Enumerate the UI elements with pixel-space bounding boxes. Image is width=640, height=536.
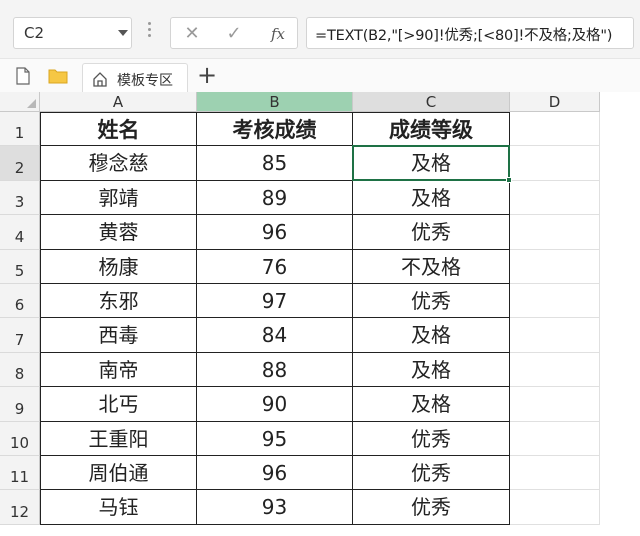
cell-d9[interactable] — [510, 387, 600, 422]
drag-handle-icon[interactable] — [148, 22, 152, 42]
select-all-corner[interactable] — [0, 92, 40, 112]
cell-d3[interactable] — [510, 180, 600, 216]
cell-c5[interactable]: 不及格 — [353, 249, 510, 284]
cell-a8[interactable]: 南帝 — [40, 352, 197, 388]
row-header-10[interactable]: 10 — [0, 421, 40, 456]
cell-b11[interactable]: 96 — [197, 456, 353, 491]
row-number: 9 — [14, 399, 25, 418]
cell-a12[interactable]: 马钰 — [40, 490, 197, 525]
cell-c6[interactable]: 优秀 — [353, 284, 510, 319]
cell-b9[interactable]: 90 — [197, 387, 353, 422]
row-number: 2 — [14, 158, 25, 177]
home-icon — [93, 72, 107, 87]
formula-buttons: ✕ ✓ fx — [170, 17, 298, 49]
cell-a11[interactable]: 周伯通 — [40, 456, 197, 491]
cell-a2[interactable]: 穆念慈 — [40, 146, 197, 181]
cell-a9[interactable]: 北丐 — [40, 387, 197, 422]
row-number: 4 — [14, 227, 25, 246]
cell-c8[interactable]: 及格 — [353, 352, 510, 388]
row-number: 11 — [9, 468, 30, 487]
column-header-d[interactable]: D — [510, 92, 600, 112]
folder-icon[interactable] — [48, 67, 68, 84]
cell-d6[interactable] — [510, 284, 600, 319]
cell-d7[interactable] — [510, 318, 600, 353]
cell-a7[interactable]: 西毒 — [40, 318, 197, 353]
row-header-11[interactable]: 11 — [0, 456, 40, 491]
fill-handle[interactable] — [506, 176, 512, 183]
cell-c1[interactable]: 成绩等级 — [353, 112, 510, 147]
cell-a3[interactable]: 郭靖 — [40, 180, 197, 216]
column-header-b[interactable]: B — [197, 92, 353, 112]
cell-b1[interactable]: 考核成绩 — [197, 112, 353, 147]
row-number: 6 — [14, 296, 25, 315]
select-all-icon — [27, 99, 36, 108]
formula-input[interactable]: =TEXT(B2,"[>90]!优秀;[<80]!不及格;及格") — [306, 17, 634, 49]
row-number: 10 — [9, 433, 30, 452]
cell-b12[interactable]: 93 — [197, 490, 353, 525]
cell-b6[interactable]: 97 — [197, 284, 353, 319]
cell-a5[interactable]: 杨康 — [40, 249, 197, 284]
cell-c10[interactable]: 优秀 — [353, 421, 510, 456]
cell-d10[interactable] — [510, 421, 600, 456]
toolbar: 模板专区 + — [0, 58, 640, 93]
cancel-icon[interactable]: ✕ — [177, 21, 207, 47]
column-header-c[interactable]: C — [353, 92, 510, 112]
name-box-value: C2 — [24, 24, 45, 42]
name-box[interactable]: C2 — [13, 17, 132, 49]
row-header-6[interactable]: 6 — [0, 284, 40, 319]
row-header-9[interactable]: 9 — [0, 387, 40, 422]
row-number: 7 — [14, 330, 25, 349]
row-header-3[interactable]: 3 — [0, 180, 40, 216]
cell-c9[interactable]: 及格 — [353, 387, 510, 422]
cell-c3[interactable]: 及格 — [353, 180, 510, 216]
chevron-down-icon[interactable] — [118, 30, 128, 36]
row-header-8[interactable]: 8 — [0, 352, 40, 388]
cell-c2[interactable]: 及格 — [353, 146, 510, 181]
cell-d8[interactable] — [510, 352, 600, 388]
row-header-5[interactable]: 5 — [0, 249, 40, 284]
cell-b4[interactable]: 96 — [197, 215, 353, 250]
tab-label: 模板专区 — [117, 73, 173, 89]
row-header-7[interactable]: 7 — [0, 318, 40, 353]
cell-d11[interactable] — [510, 456, 600, 491]
cell-a4[interactable]: 黄蓉 — [40, 215, 197, 250]
cell-c7[interactable]: 及格 — [353, 318, 510, 353]
cell-b8[interactable]: 88 — [197, 352, 353, 388]
cell-d4[interactable] — [510, 215, 600, 250]
cell-b5[interactable]: 76 — [197, 249, 353, 284]
cell-d2[interactable] — [510, 146, 600, 181]
insert-function-icon[interactable]: fx — [263, 21, 293, 47]
row-header-12[interactable]: 12 — [0, 490, 40, 525]
row-number: 3 — [14, 193, 25, 212]
formula-text: =TEXT(B2,"[>90]!优秀;[<80]!不及格;及格") — [315, 28, 613, 44]
cell-c12[interactable]: 优秀 — [353, 490, 510, 525]
cell-d5[interactable] — [510, 249, 600, 284]
row-number: 12 — [9, 502, 30, 521]
cell-c4[interactable]: 优秀 — [353, 215, 510, 250]
cell-b7[interactable]: 84 — [197, 318, 353, 353]
spreadsheet-grid: ABCD 1 姓名 考核成绩 成绩等级 2 穆念慈 85 及格 3 郭靖 89 及格 4 黄蓉 96 优秀 5 杨… — [0, 92, 640, 536]
cell-b2[interactable]: 85 — [197, 146, 353, 181]
row-number: 8 — [14, 365, 25, 384]
tab-template-zone[interactable]: 模板专区 — [82, 63, 188, 93]
column-header-a[interactable]: A — [40, 92, 197, 112]
cell-a6[interactable]: 东邪 — [40, 284, 197, 319]
row-header-4[interactable]: 4 — [0, 215, 40, 250]
row-header-2[interactable]: 2 — [0, 146, 40, 181]
new-file-icon[interactable] — [16, 67, 30, 85]
confirm-icon[interactable]: ✓ — [219, 21, 249, 47]
cell-a1[interactable]: 姓名 — [40, 112, 197, 147]
cell-d12[interactable] — [510, 490, 600, 525]
cell-c11[interactable]: 优秀 — [353, 456, 510, 491]
add-tab-icon[interactable]: + — [196, 61, 218, 89]
cell-d1[interactable] — [510, 112, 600, 147]
cell-a10[interactable]: 王重阳 — [40, 421, 197, 456]
row-number: 5 — [14, 261, 25, 280]
cell-b3[interactable]: 89 — [197, 180, 353, 216]
row-number: 1 — [14, 124, 25, 143]
formula-bar: C2 ✕ ✓ fx =TEXT(B2,"[>90]!优秀;[<80]!不及格;及… — [0, 0, 640, 58]
row-header-1[interactable]: 1 — [0, 112, 40, 147]
cell-b10[interactable]: 95 — [197, 421, 353, 456]
